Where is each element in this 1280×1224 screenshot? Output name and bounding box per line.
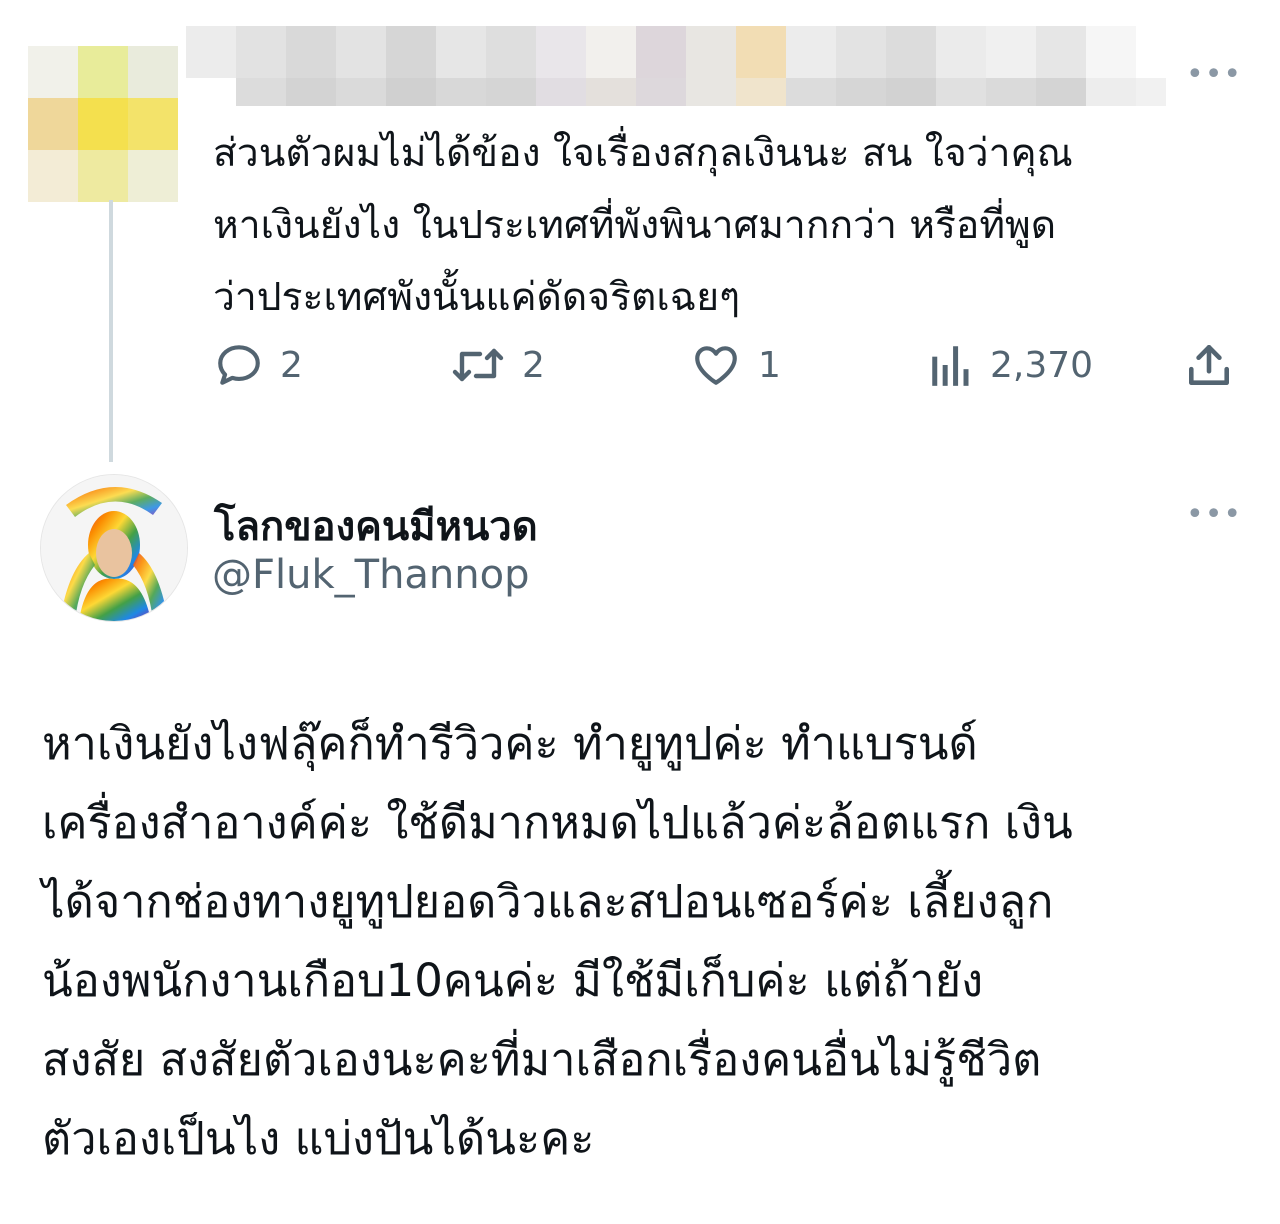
views-icon <box>928 340 974 390</box>
blurred-author-handle <box>186 78 1166 108</box>
parent-tweet-line: ว่าประเทศพังนั้นแค่ดัดจริตเฉยๆ <box>213 275 741 320</box>
parent-tweet-line: ส่วนตัวผมไม่ได้ข้อง ใจเรื่องสกุลเงินนะ ส… <box>213 131 1073 176</box>
user-handle[interactable]: @Fluk_Thannop <box>212 552 530 598</box>
parent-tweet-actions: 2 2 1 2,370 <box>0 340 1280 390</box>
blurred-avatar[interactable] <box>28 46 178 202</box>
heart-icon <box>690 340 742 390</box>
parent-tweet-line: หาเงินยังไง ในประเทศที่พังพินาศมากกว่า ห… <box>213 203 1057 248</box>
display-name[interactable]: โลกของคนมีหนวด <box>214 494 538 558</box>
retweet-icon <box>450 340 506 390</box>
reply-icon <box>214 340 264 390</box>
like-button[interactable]: 1 <box>690 340 781 390</box>
views-count: 2,370 <box>990 344 1094 386</box>
share-icon <box>1184 340 1234 390</box>
reply-tweet-line: ได้จากช่องทางยูทูปยอดวิวและสปอนเซอร์ค่ะ … <box>42 875 1054 928</box>
reply-tweet-text: หาเงินยังไงฟลุ๊คก็ทำรีวิวค่ะ ทำยูทูปค่ะ … <box>42 704 1262 1178</box>
retweet-count: 2 <box>522 344 545 386</box>
blurred-author-name[interactable] <box>186 26 1136 82</box>
reply-button[interactable]: 2 <box>214 340 303 390</box>
share-button[interactable] <box>1184 340 1234 390</box>
reply-tweet-line: น้องพนักงานเกือบ10คนค่ะ มีใช้มีเก็บค่ะ แ… <box>42 954 984 1007</box>
retweet-button[interactable]: 2 <box>450 340 545 390</box>
thread-line <box>109 200 113 462</box>
reply-tweet-line: หาเงินยังไงฟลุ๊คก็ทำรีวิวค่ะ ทำยูทูปค่ะ … <box>42 717 978 770</box>
more-icon[interactable]: ••• <box>1186 500 1242 530</box>
reply-tweet-line: เครื่องสำอางค์ค่ะ ใช้ดีมากหมดไปแล้วค่ะล้… <box>42 796 1073 849</box>
views-button[interactable]: 2,370 <box>928 340 1093 390</box>
reply-count: 2 <box>280 344 303 386</box>
parent-tweet-text: ส่วนตัวผมไม่ได้ข้อง ใจเรื่องสกุลเงินนะ ส… <box>213 118 1263 334</box>
reply-tweet-line: ตัวเองเป็นไง แบ่งปันได้นะคะ <box>42 1112 595 1165</box>
reply-tweet-line: สงสัย สงสัยตัวเองนะคะที่มาเสือกเรื่องคนอ… <box>42 1033 1042 1086</box>
like-count: 1 <box>758 344 781 386</box>
more-icon[interactable]: ••• <box>1186 60 1242 90</box>
avatar[interactable] <box>40 474 188 622</box>
